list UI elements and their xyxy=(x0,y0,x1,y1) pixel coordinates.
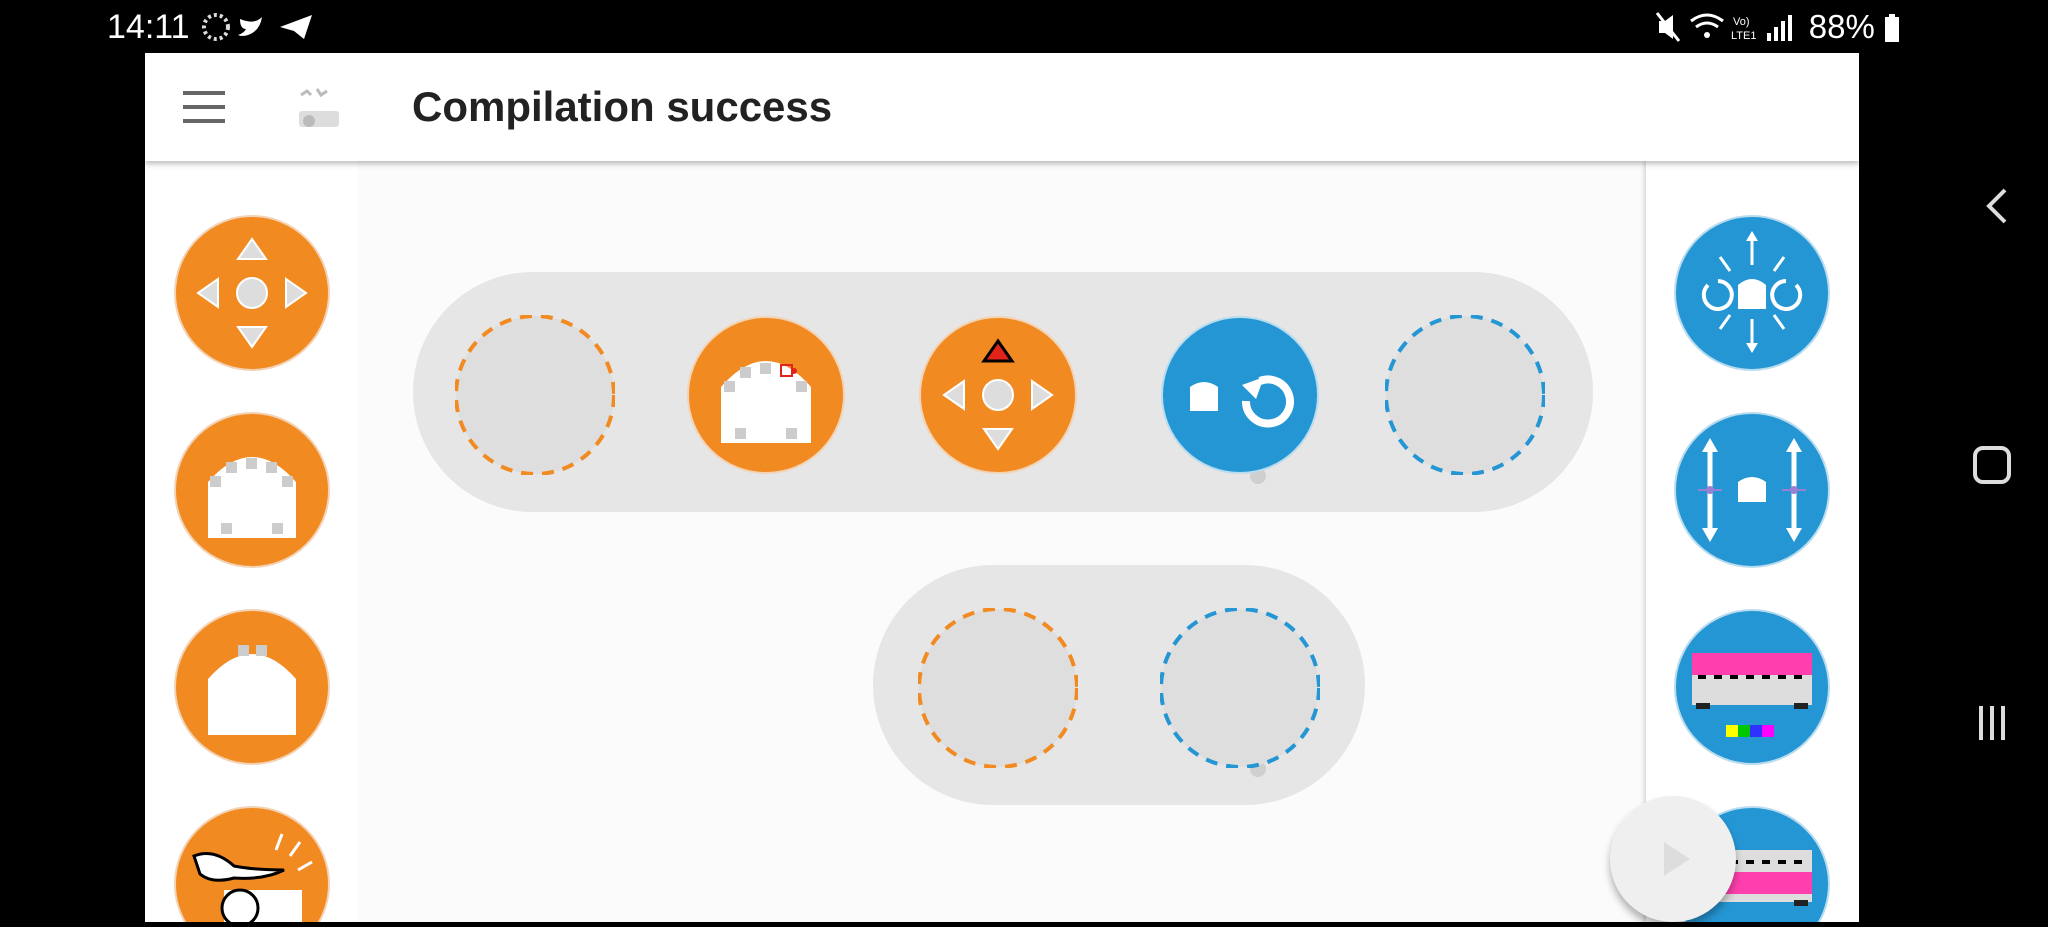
svg-text:Vo): Vo) xyxy=(1733,16,1750,28)
play-button[interactable] xyxy=(1610,796,1736,922)
telegram-icon xyxy=(280,15,312,39)
robot-app-icon xyxy=(293,81,345,133)
wifi-icon xyxy=(1690,13,1724,38)
button-event-block[interactable] xyxy=(918,315,1078,475)
signal-icon xyxy=(1767,15,1792,41)
ground-sensors-icon xyxy=(174,609,330,765)
recents-icon[interactable] xyxy=(1979,706,2005,740)
rotate-action-block[interactable] xyxy=(1160,315,1320,475)
svg-text:LTE1: LTE1 xyxy=(1731,30,1756,42)
empty-event-slot[interactable] xyxy=(918,608,1078,768)
status-right-icons: Vo) LTE1 xyxy=(1655,9,1805,50)
page-title: Compilation success xyxy=(412,83,833,130)
ground-sensor-event-block[interactable] xyxy=(174,609,330,765)
top-color-icon xyxy=(1674,609,1830,765)
tap-event-block[interactable] xyxy=(174,806,330,922)
battery-percent: 88% xyxy=(1808,8,1875,45)
hamburger-menu-icon[interactable] xyxy=(183,91,225,123)
status-time: 14:11 xyxy=(107,8,190,46)
arrow-buttons-icon xyxy=(174,215,330,371)
rotate-robot-icon xyxy=(1161,316,1319,474)
status-left-icons xyxy=(196,9,326,50)
top-color-action-block[interactable] xyxy=(1674,609,1830,765)
front-sensors-icon xyxy=(174,412,330,568)
battery-icon xyxy=(1885,14,1899,42)
battery-status: 88% xyxy=(1809,8,1900,46)
motion-action-block[interactable] xyxy=(1674,215,1830,371)
move-arrows-icon xyxy=(1674,215,1830,371)
empty-action-slot[interactable] xyxy=(1385,315,1545,475)
program-workspace[interactable] xyxy=(358,161,1646,922)
front-sensors-icon xyxy=(687,316,845,474)
front-proximity-event-block[interactable] xyxy=(686,315,846,475)
empty-action-slot[interactable] xyxy=(1160,608,1320,768)
status-bar: 14:11 Vo) LTE1 88% xyxy=(0,0,2048,54)
sync-icon xyxy=(202,13,230,41)
app-window: Compilation success xyxy=(145,53,1859,922)
volte-icon: Vo) LTE1 xyxy=(1731,16,1756,42)
twitter-icon xyxy=(238,17,262,36)
back-icon[interactable] xyxy=(1986,188,2007,224)
button-event-block[interactable] xyxy=(174,215,330,371)
toolbar: Compilation success xyxy=(145,53,1859,161)
home-icon[interactable] xyxy=(1973,446,2011,484)
arrow-buttons-icon xyxy=(919,316,1077,474)
tap-hand-icon xyxy=(174,806,330,922)
motor-sliders-icon xyxy=(1674,412,1830,568)
mute-icon xyxy=(1655,12,1681,42)
play-icon xyxy=(1664,842,1690,876)
empty-event-slot[interactable] xyxy=(455,315,615,475)
system-nav-bar xyxy=(1933,0,2048,922)
event-palette xyxy=(145,161,358,922)
motor-speed-action-block[interactable] xyxy=(1674,412,1830,568)
front-proximity-event-block[interactable] xyxy=(174,412,330,568)
